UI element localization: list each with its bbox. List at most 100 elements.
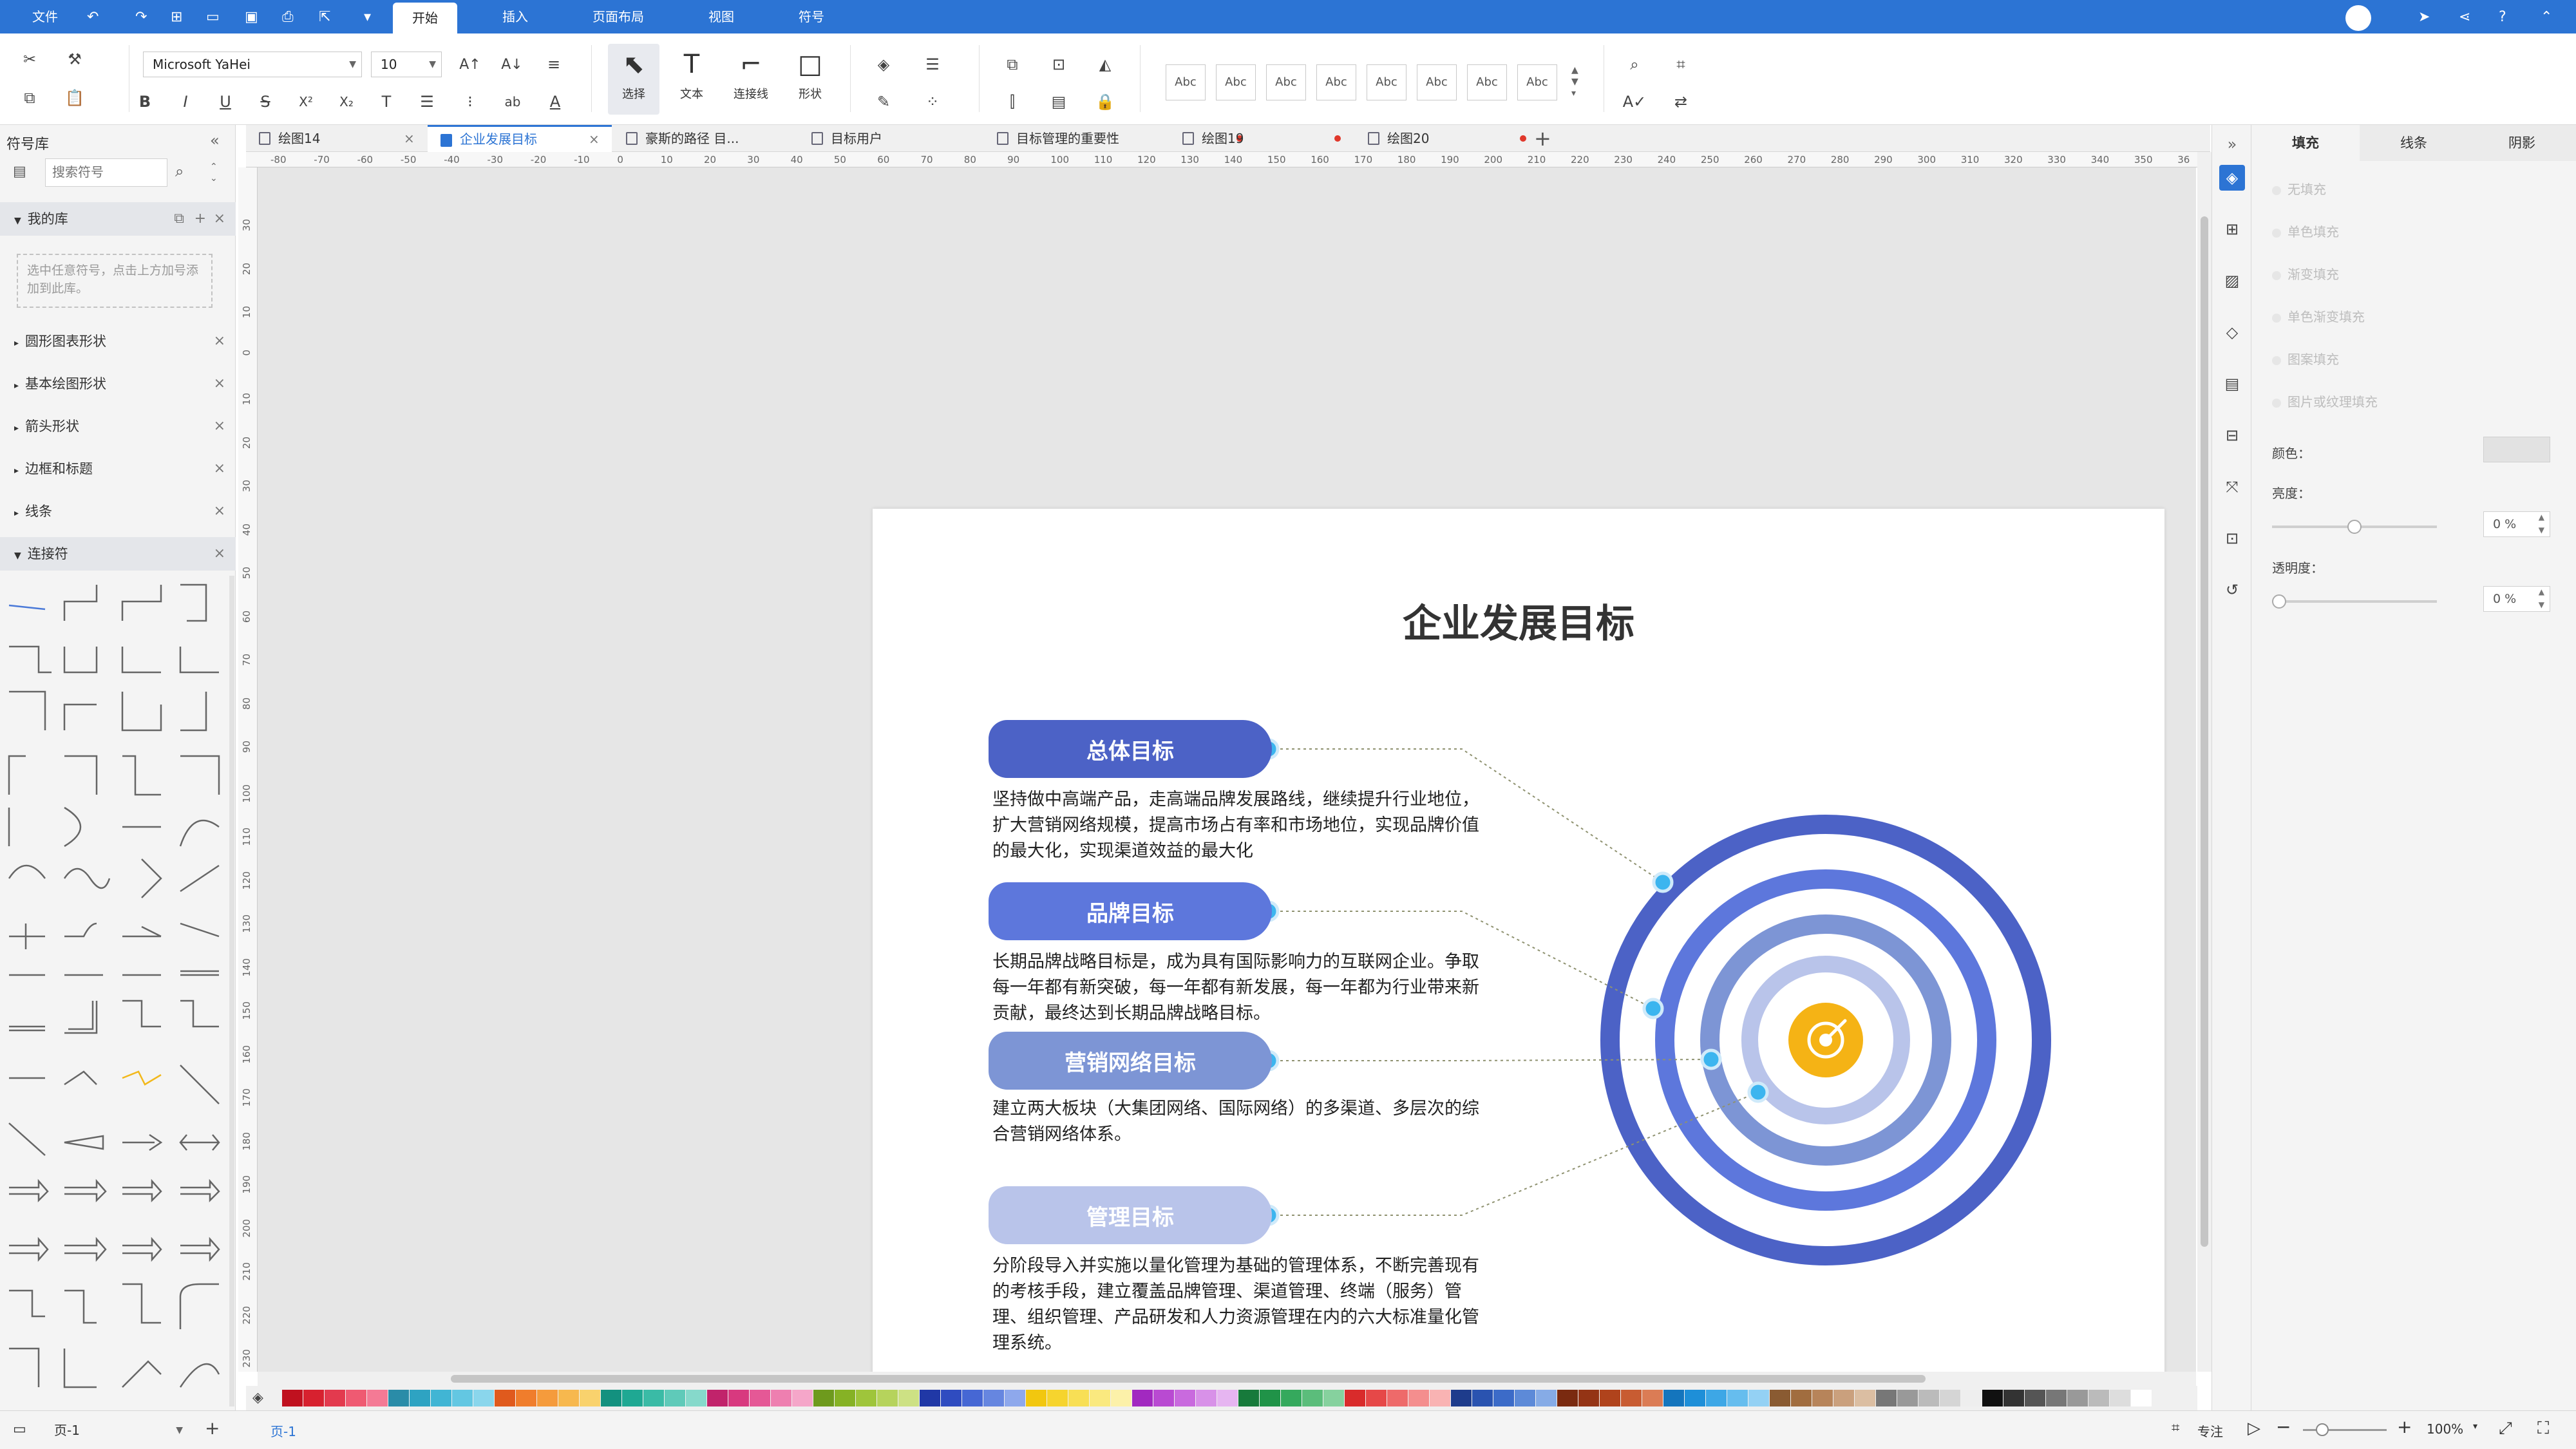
redo-icon[interactable]: ↷: [135, 5, 147, 28]
fill-bucket-icon[interactable]: ◈: [252, 1390, 263, 1406]
color-swatch[interactable]: [962, 1390, 983, 1406]
data-icon[interactable]: ⊟: [2219, 422, 2245, 448]
color-swatch[interactable]: [643, 1390, 664, 1406]
image-icon[interactable]: ▨: [2219, 268, 2245, 294]
spinner-icon[interactable]: ▲ ▼: [2539, 585, 2544, 611]
color-swatch[interactable]: [1855, 1390, 1875, 1406]
increase-font-icon[interactable]: A↑: [457, 52, 483, 77]
fill-option-picture[interactable]: 图片或纹理填充: [2272, 392, 2378, 410]
color-swatch[interactable]: [1068, 1390, 1089, 1406]
brightness-slider[interactable]: [2272, 520, 2437, 534]
color-swatch[interactable]: [325, 1390, 345, 1406]
tab-line[interactable]: 线条: [2360, 125, 2468, 161]
color-swatch[interactable]: [1090, 1390, 1110, 1406]
doc-tab-7[interactable]: 绘图20: [1355, 125, 1539, 152]
color-swatch[interactable]: [452, 1390, 473, 1406]
color-swatch[interactable]: [941, 1390, 961, 1406]
horizontal-scrollbar[interactable]: [258, 1372, 2196, 1386]
fill-option-gradient[interactable]: 渐变填充: [2272, 264, 2339, 283]
my-library-section[interactable]: ▼ 我的库 ⧉ + ×: [0, 202, 236, 236]
color-swatch[interactable]: [983, 1390, 1004, 1406]
library-section-lines[interactable]: ▸ 线条 ×: [0, 495, 236, 528]
zoom-level[interactable]: 100%: [2427, 1421, 2463, 1437]
goal-text-management[interactable]: 分阶段导入并实施以量化管理为基础的管理体系，不断完善现有的考核手段，建立覆盖品牌…: [992, 1253, 1495, 1356]
underline-icon[interactable]: U: [213, 89, 238, 115]
text-highlight-icon[interactable]: ab: [500, 89, 526, 115]
superscript-icon[interactable]: X²: [293, 89, 319, 115]
focus-label[interactable]: 专注: [2197, 1421, 2223, 1440]
play-icon[interactable]: ▷: [2248, 1419, 2260, 1438]
color-swatch[interactable]: [1982, 1390, 2003, 1406]
diagram-title[interactable]: 企业发展目标: [873, 592, 2164, 649]
color-swatch[interactable]: [537, 1390, 558, 1406]
doc-tab-2-active[interactable]: 企业发展目标 ×: [428, 125, 612, 152]
text-tool[interactable]: T 文本: [666, 44, 717, 115]
color-swatch[interactable]: [1918, 1390, 1939, 1406]
color-swatch[interactable]: [1493, 1390, 1514, 1406]
goal-pill-brand[interactable]: 品牌目标: [989, 882, 1272, 940]
doc-tab-1[interactable]: 绘图14 ×: [246, 125, 426, 152]
zoom-slider[interactable]: [2303, 1423, 2387, 1436]
search-icon[interactable]: ⌕: [175, 162, 184, 180]
focus-mode-icon[interactable]: ⌗: [2172, 1420, 2179, 1436]
color-swatch[interactable]: [1281, 1390, 1302, 1406]
text-format-icon[interactable]: T: [374, 89, 399, 115]
expand-panel-icon[interactable]: »: [2219, 131, 2245, 157]
color-swatch[interactable]: [1408, 1390, 1429, 1406]
color-swatch[interactable]: [707, 1390, 728, 1406]
add-tab-icon[interactable]: +: [1534, 126, 1551, 151]
close-icon[interactable]: ×: [214, 367, 225, 401]
color-swatch[interactable]: [473, 1390, 494, 1406]
transparency-input[interactable]: 0 % ▲ ▼: [2483, 586, 2550, 612]
undo-icon[interactable]: ↶: [87, 5, 99, 28]
font-family-select[interactable]: Microsoft YaHei ▼: [143, 52, 362, 77]
panel-scrollbar[interactable]: [229, 576, 234, 1406]
fill-option-pattern[interactable]: 图案填充: [2272, 349, 2339, 368]
color-swatch[interactable]: [1005, 1390, 1025, 1406]
font-color-icon[interactable]: A: [542, 89, 568, 115]
color-swatch[interactable]: [1175, 1390, 1195, 1406]
export-icon[interactable]: ⇱: [319, 5, 330, 28]
goal-text-marketing[interactable]: 建立两大板块（大集团网络、国际网络）的多渠道、多层次的综合营销网络体系。: [992, 1096, 1495, 1148]
color-swatch[interactable]: [1387, 1390, 1408, 1406]
color-swatch[interactable]: [1897, 1390, 1918, 1406]
tab-fill[interactable]: 填充: [2251, 125, 2360, 161]
close-icon[interactable]: ×: [214, 325, 225, 358]
color-swatch[interactable]: [1748, 1390, 1769, 1406]
line-color-icon[interactable]: ✎: [871, 89, 896, 115]
tab-shadow[interactable]: 阴影: [2468, 125, 2576, 161]
brightness-input[interactable]: 0 % ▲ ▼: [2483, 511, 2550, 537]
color-swatch[interactable]: [346, 1390, 366, 1406]
tab-insert[interactable]: 插入: [483, 0, 547, 33]
italic-icon[interactable]: I: [173, 89, 198, 115]
color-swatch[interactable]: [1706, 1390, 1727, 1406]
library-section-basic-shapes[interactable]: ▸ 基本绘图形状 ×: [0, 367, 236, 401]
color-swatch[interactable]: [920, 1390, 940, 1406]
color-swatch[interactable]: [750, 1390, 770, 1406]
share-icon[interactable]: ⋖: [2459, 5, 2470, 28]
close-tab-icon[interactable]: ×: [589, 127, 600, 151]
shape-tool[interactable]: □ 形状: [784, 44, 836, 115]
close-icon[interactable]: ×: [214, 410, 225, 443]
color-swatch[interactable]: [1026, 1390, 1046, 1406]
connector-shape-grid[interactable]: [0, 576, 236, 1406]
color-swatch[interactable]: [1812, 1390, 1833, 1406]
close-icon[interactable]: ×: [214, 495, 225, 528]
color-swatch[interactable]: [388, 1390, 409, 1406]
color-swatch[interactable]: [1600, 1390, 1620, 1406]
subscript-icon[interactable]: X₂: [334, 89, 359, 115]
collapse-panel-icon[interactable]: «: [210, 131, 220, 149]
collapse-ribbon-icon[interactable]: ⌃: [2541, 5, 2552, 28]
align-icon[interactable]: ≡: [541, 52, 567, 77]
strikethrough-icon[interactable]: S: [252, 89, 278, 115]
replace-shape-icon[interactable]: ⇄: [1668, 89, 1694, 115]
print-icon[interactable]: ⎙: [282, 5, 294, 28]
group-icon[interactable]: ⊡: [1046, 52, 1072, 77]
copy-icon[interactable]: ⧉: [17, 85, 43, 111]
file-menu[interactable]: 文件: [13, 0, 77, 33]
color-swatch[interactable]: [580, 1390, 600, 1406]
bold-icon[interactable]: B: [132, 89, 158, 115]
quick-style-5[interactable]: Abc: [1367, 64, 1406, 100]
close-icon[interactable]: ×: [214, 537, 225, 571]
color-swatch[interactable]: [1515, 1390, 1535, 1406]
